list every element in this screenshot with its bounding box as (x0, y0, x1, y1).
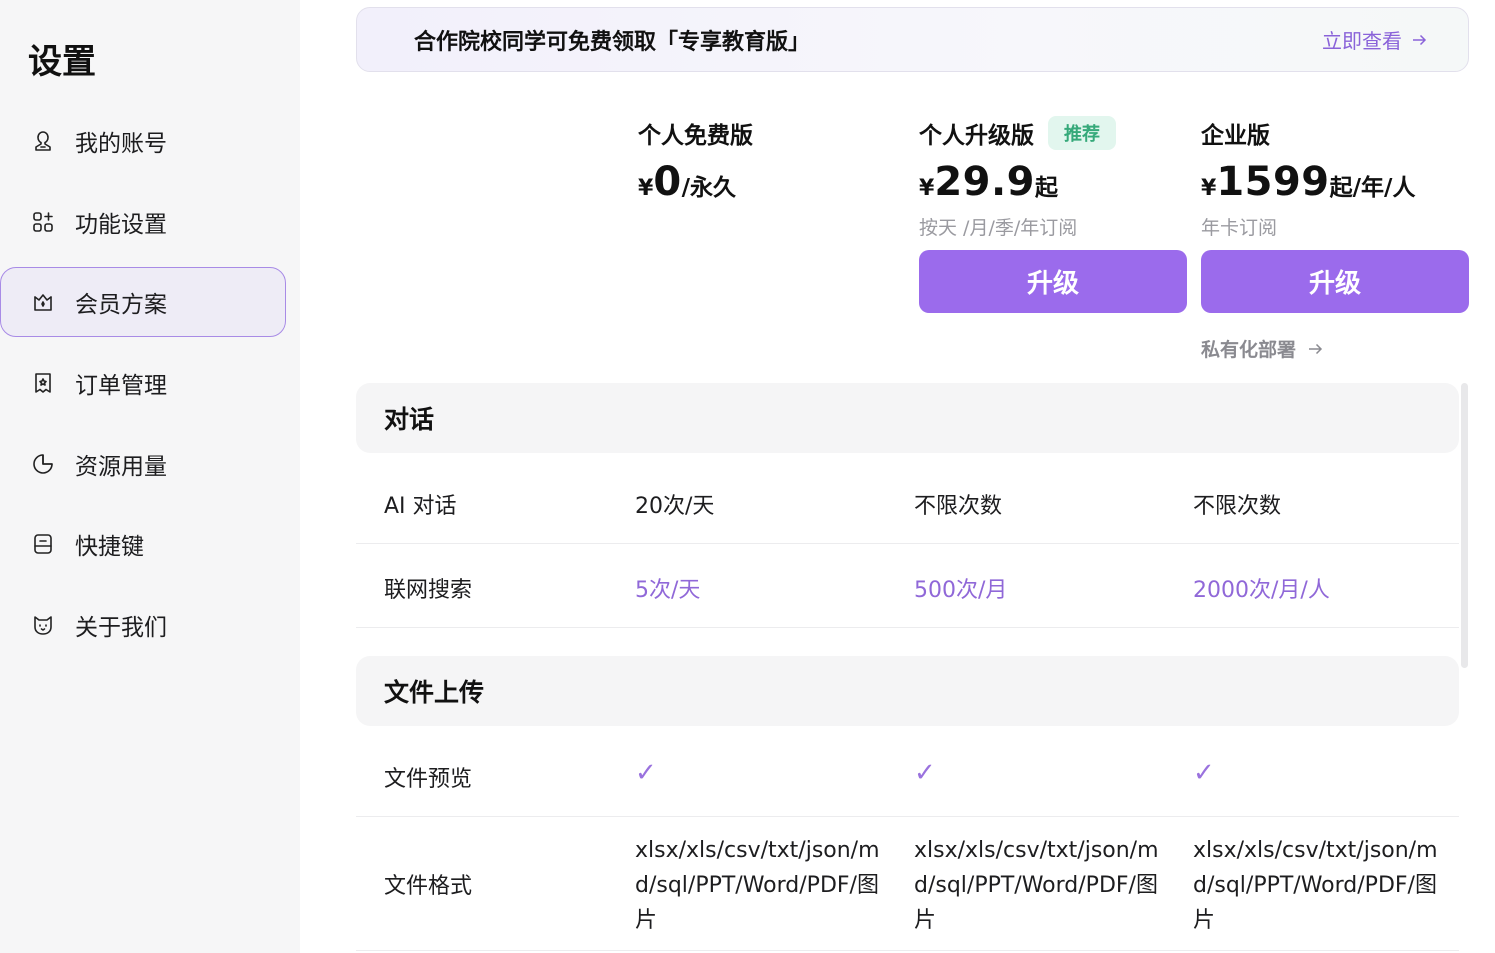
sidebar-title: 设置 (28, 42, 96, 82)
upgrade-personal-button[interactable]: 升级 (919, 250, 1187, 313)
plan-name: 个人免费版 (638, 115, 753, 151)
view-now-link[interactable]: 立即查看 (1322, 25, 1428, 54)
price-amount: 0 (653, 159, 682, 205)
sidebar-item-label: 会员方案 (75, 292, 167, 318)
feature-value-enterprise: xlsx/xls/csv/txt/json/md/sql/PPT/Word/PD… (1193, 838, 1438, 933)
plan-price: ¥ 1599 起/年/人 (1201, 159, 1415, 207)
feature-value-enterprise: 2000次/月/人 (1193, 578, 1330, 603)
sidebar-item-membership[interactable]: 会员方案 (0, 267, 286, 337)
price-amount: 29.9 (934, 159, 1036, 205)
check-icon: ✓ (1193, 758, 1215, 788)
price-currency: ¥ (1201, 176, 1217, 201)
price-amount: 1599 (1216, 159, 1330, 205)
price-currency: ¥ (638, 176, 654, 201)
feature-value-personal: 不限次数 (914, 494, 1003, 519)
sidebar-item-label: 资源用量 (75, 454, 167, 480)
section-header-chat: 对话 (356, 383, 1459, 453)
private-deployment-label: 私有化部署 (1201, 339, 1297, 361)
price-suffix: 起/年/人 (1329, 175, 1416, 201)
section-header-file-upload: 文件上传 (356, 656, 1459, 726)
cat-face-icon (31, 613, 55, 637)
crown-bag-icon (31, 290, 55, 314)
plan-enterprise: 企业版 ¥ 1599 起/年/人 年卡订阅 (1201, 115, 1415, 241)
plan-subscription-note: 年卡订阅 (1201, 217, 1278, 239)
sidebar-item-my-account[interactable]: 我的账号 (0, 106, 286, 176)
recommended-badge: 推荐 (1048, 116, 1116, 150)
sidebar-item-label: 订单管理 (75, 373, 167, 399)
arrow-right-icon (1309, 343, 1323, 354)
apps-icon (31, 210, 55, 234)
feature-name: AI 对话 (384, 494, 457, 519)
upgrade-enterprise-button[interactable]: 升级 (1201, 250, 1469, 313)
sidebar-item-label: 我的账号 (75, 131, 167, 157)
sidebar-item-orders[interactable]: 订单管理 (0, 348, 286, 418)
sidebar: 设置 我的账号 功能设置 会员方案 订单管理 资源用量 快捷键 关于我们 (0, 0, 300, 953)
table-row: 文件预览 ✓ ✓ ✓ (356, 734, 1459, 817)
table-row: AI 对话 20次/天 不限次数 不限次数 (356, 460, 1459, 544)
plan-name: 个人升级版 推荐 (919, 115, 1116, 151)
feature-name: 文件预览 (384, 767, 473, 792)
private-deployment-link[interactable]: 私有化部署 (1201, 335, 1324, 362)
receipt-icon (31, 371, 55, 395)
plan-subscription-note: 按天 /月/季/年订阅 (919, 217, 1078, 239)
sidebar-item-label: 关于我们 (75, 615, 167, 641)
price-currency: ¥ (919, 176, 935, 201)
table-row: 文件格式 xlsx/xls/csv/txt/json/md/sql/PPT/Wo… (356, 817, 1459, 951)
feature-value-personal: 500次/月 (914, 578, 1008, 603)
check-icon: ✓ (914, 758, 936, 788)
plan-name-text: 个人升级版 (919, 123, 1034, 149)
feature-value-enterprise: 不限次数 (1193, 494, 1282, 519)
feature-value-personal: xlsx/xls/csv/txt/json/md/sql/PPT/Word/PD… (914, 838, 1159, 933)
feature-value-free: 5次/天 (635, 578, 701, 603)
feature-name: 联网搜索 (384, 578, 473, 603)
user-icon (31, 129, 55, 153)
view-now-label: 立即查看 (1322, 29, 1402, 53)
plan-name-text: 企业版 (1201, 123, 1270, 149)
plan-free: 个人免费版 ¥ 0 /永久 (638, 115, 753, 207)
price-suffix: 起 (1035, 175, 1059, 201)
plan-name: 企业版 (1201, 115, 1415, 151)
sidebar-item-label: 快捷键 (75, 534, 144, 560)
plan-personal-upgrade: 个人升级版 推荐 ¥ 29.9 起 按天 /月/季/年订阅 (919, 115, 1116, 241)
scrollbar[interactable] (1461, 383, 1468, 668)
sidebar-item-feature-settings[interactable]: 功能设置 (0, 187, 286, 257)
table-row: 联网搜索 5次/天 500次/月 2000次/月/人 (356, 544, 1459, 628)
sidebar-item-label: 功能设置 (75, 212, 167, 238)
feature-value-free: 20次/天 (635, 494, 715, 519)
keyboard-icon (31, 532, 55, 556)
pie-chart-icon (31, 452, 55, 476)
arrow-right-icon (1413, 34, 1427, 45)
plan-price: ¥ 0 /永久 (638, 159, 753, 207)
feature-name: 文件格式 (384, 874, 473, 899)
sidebar-item-resource-usage[interactable]: 资源用量 (0, 429, 286, 499)
price-suffix: /永久 (681, 175, 737, 201)
plan-name-text: 个人免费版 (638, 123, 753, 149)
check-icon: ✓ (635, 758, 657, 788)
sidebar-item-about-us[interactable]: 关于我们 (0, 590, 286, 660)
education-banner: 合作院校同学可免费领取「专享教育版」 立即查看 (356, 7, 1469, 72)
sidebar-item-shortcuts[interactable]: 快捷键 (0, 509, 286, 579)
plan-price: ¥ 29.9 起 (919, 159, 1116, 207)
banner-text: 合作院校同学可免费领取「专享教育版」 (414, 29, 811, 55)
feature-value-free: xlsx/xls/csv/txt/json/md/sql/PPT/Word/PD… (635, 838, 880, 933)
